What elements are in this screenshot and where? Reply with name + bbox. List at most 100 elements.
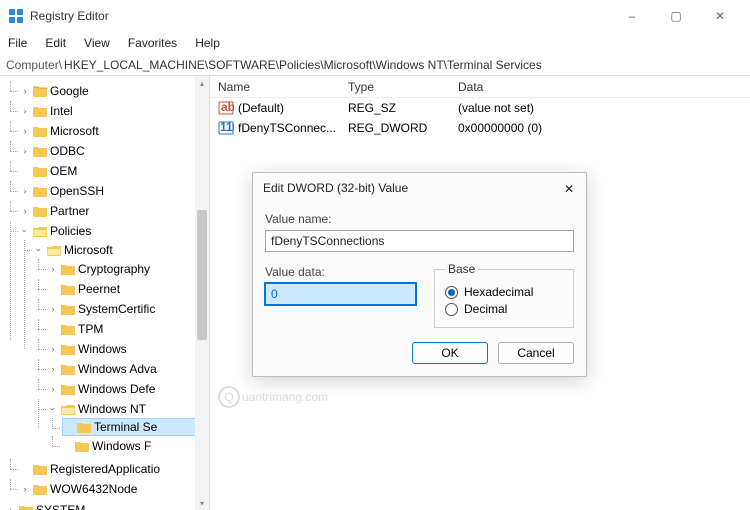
tree-label[interactable]: Policies: [50, 224, 91, 238]
radio-hexadecimal[interactable]: Hexadecimal: [445, 285, 563, 299]
chevron-right-icon[interactable]: ›: [48, 384, 58, 394]
cell-name: fDenyTSConnec...: [238, 121, 336, 135]
tree-scrollbar[interactable]: ▴ ▾: [195, 76, 209, 510]
tree-label[interactable]: SystemCertific: [78, 302, 155, 316]
radio-icon[interactable]: [445, 303, 458, 316]
scroll-up-icon[interactable]: ▴: [195, 76, 209, 90]
col-header-type[interactable]: Type: [340, 80, 450, 94]
watermark-text: uantrimang.com: [242, 390, 328, 404]
address-label: Computer\: [6, 58, 62, 72]
folder-icon: [33, 205, 47, 217]
base-legend: Base: [445, 262, 478, 276]
chevron-right-icon[interactable]: ›: [20, 106, 30, 116]
window-title: Registry Editor: [30, 9, 610, 23]
tree-label[interactable]: Windows NT: [78, 402, 146, 416]
address-path: HKEY_LOCAL_MACHINE\SOFTWARE\Policies\Mic…: [64, 58, 542, 72]
tree-label[interactable]: Partner: [50, 204, 89, 218]
scroll-down-icon[interactable]: ▾: [195, 496, 209, 510]
tree-label[interactable]: Peernet: [78, 282, 120, 296]
reg-sz-icon: ab: [218, 100, 234, 116]
svg-text:ab: ab: [221, 100, 234, 114]
tree-pane[interactable]: › Google › Intel › Microsoft › ODBC › OEM › Op…: [0, 76, 210, 510]
folder-icon: [61, 343, 75, 355]
chevron-right-icon[interactable]: ›: [20, 86, 30, 96]
tree-label[interactable]: Google: [50, 84, 89, 98]
value-name-input[interactable]: [265, 230, 574, 252]
reg-dword-icon: 110: [218, 120, 234, 136]
menu-edit[interactable]: Edit: [43, 34, 68, 52]
tree-label[interactable]: Intel: [50, 104, 73, 118]
maximize-button[interactable]: ▢: [654, 2, 698, 30]
chevron-right-icon[interactable]: ›: [48, 364, 58, 374]
menubar: File Edit View Favorites Help: [0, 32, 750, 54]
value-data-input[interactable]: [265, 283, 416, 305]
list-row[interactable]: 110fDenyTSConnec... REG_DWORD 0x00000000…: [210, 118, 750, 138]
chevron-right-icon[interactable]: ›: [6, 505, 16, 510]
cancel-button[interactable]: Cancel: [498, 342, 574, 364]
folder-icon: [33, 165, 47, 177]
folder-icon: [61, 363, 75, 375]
address-bar[interactable]: Computer\ HKEY_LOCAL_MACHINE\SOFTWARE\Po…: [0, 54, 750, 76]
tree-label[interactable]: SYSTEM: [36, 503, 85, 510]
tree-label[interactable]: OpenSSH: [50, 184, 104, 198]
tree-item-selected: ›Terminal Se: [62, 418, 209, 436]
col-header-data[interactable]: Data: [450, 80, 750, 94]
chevron-right-icon[interactable]: ›: [20, 484, 30, 494]
close-button[interactable]: ✕: [698, 2, 742, 30]
menu-file[interactable]: File: [6, 34, 29, 52]
value-data-label: Value data:: [265, 265, 416, 279]
tree-label[interactable]: ODBC: [50, 144, 85, 158]
folder-icon: [19, 504, 33, 510]
folder-open-icon: [47, 244, 61, 256]
col-header-name[interactable]: Name: [210, 80, 340, 94]
chevron-down-icon[interactable]: ›: [34, 245, 44, 255]
folder-icon: [33, 125, 47, 137]
cell-name: (Default): [238, 101, 284, 115]
chevron-down-icon[interactable]: ›: [20, 226, 30, 236]
chevron-right-icon[interactable]: ›: [20, 206, 30, 216]
tree-label[interactable]: Windows Adva: [78, 362, 157, 376]
menu-favorites[interactable]: Favorites: [126, 34, 179, 52]
tree-label[interactable]: RegisteredApplicatio: [50, 462, 160, 476]
chevron-right-icon[interactable]: ›: [48, 344, 58, 354]
folder-icon: [33, 145, 47, 157]
radio-decimal[interactable]: Decimal: [445, 302, 563, 316]
dialog-close-button[interactable]: ✕: [558, 179, 580, 199]
edit-dword-dialog: Edit DWORD (32-bit) Value ✕ Value name: …: [252, 172, 587, 377]
chevron-right-icon[interactable]: ›: [20, 126, 30, 136]
radio-label: Hexadecimal: [464, 285, 533, 299]
minimize-button[interactable]: –: [610, 2, 654, 30]
menu-view[interactable]: View: [82, 34, 112, 52]
chevron-right-icon[interactable]: ›: [48, 304, 58, 314]
chevron-right-icon[interactable]: ›: [48, 264, 58, 274]
tree-label[interactable]: OEM: [50, 164, 77, 178]
tree-label[interactable]: WOW6432Node: [50, 482, 137, 496]
chevron-right-icon[interactable]: ›: [20, 146, 30, 156]
folder-icon: [33, 185, 47, 197]
regedit-app-icon: [8, 8, 24, 24]
value-name-label: Value name:: [265, 212, 574, 226]
chevron-down-icon[interactable]: ›: [48, 404, 58, 414]
base-fieldset: Base Hexadecimal Decimal: [434, 262, 574, 328]
list-row[interactable]: ab(Default) REG_SZ (value not set): [210, 98, 750, 118]
cell-data: (value not set): [450, 101, 750, 115]
tree-label[interactable]: TPM: [78, 322, 103, 336]
folder-open-icon: [33, 225, 47, 237]
folder-icon: [33, 483, 47, 495]
tree-label[interactable]: Microsoft: [64, 243, 113, 257]
tree-label[interactable]: Windows: [78, 342, 127, 356]
menu-help[interactable]: Help: [193, 34, 222, 52]
tree-label[interactable]: Terminal Se: [94, 420, 157, 434]
ok-button[interactable]: OK: [412, 342, 488, 364]
tree-label[interactable]: Windows F: [92, 439, 151, 453]
titlebar: Registry Editor – ▢ ✕: [0, 0, 750, 32]
tree-label[interactable]: Microsoft: [50, 124, 99, 138]
list-header: Name Type Data: [210, 76, 750, 98]
tree-label[interactable]: Windows Defe: [78, 382, 155, 396]
watermark-icon: Q: [218, 386, 240, 408]
radio-icon[interactable]: [445, 286, 458, 299]
scrollbar-thumb[interactable]: [197, 210, 207, 340]
chevron-right-icon[interactable]: ›: [20, 186, 30, 196]
tree-label[interactable]: Cryptography: [78, 262, 150, 276]
folder-icon: [33, 463, 47, 475]
